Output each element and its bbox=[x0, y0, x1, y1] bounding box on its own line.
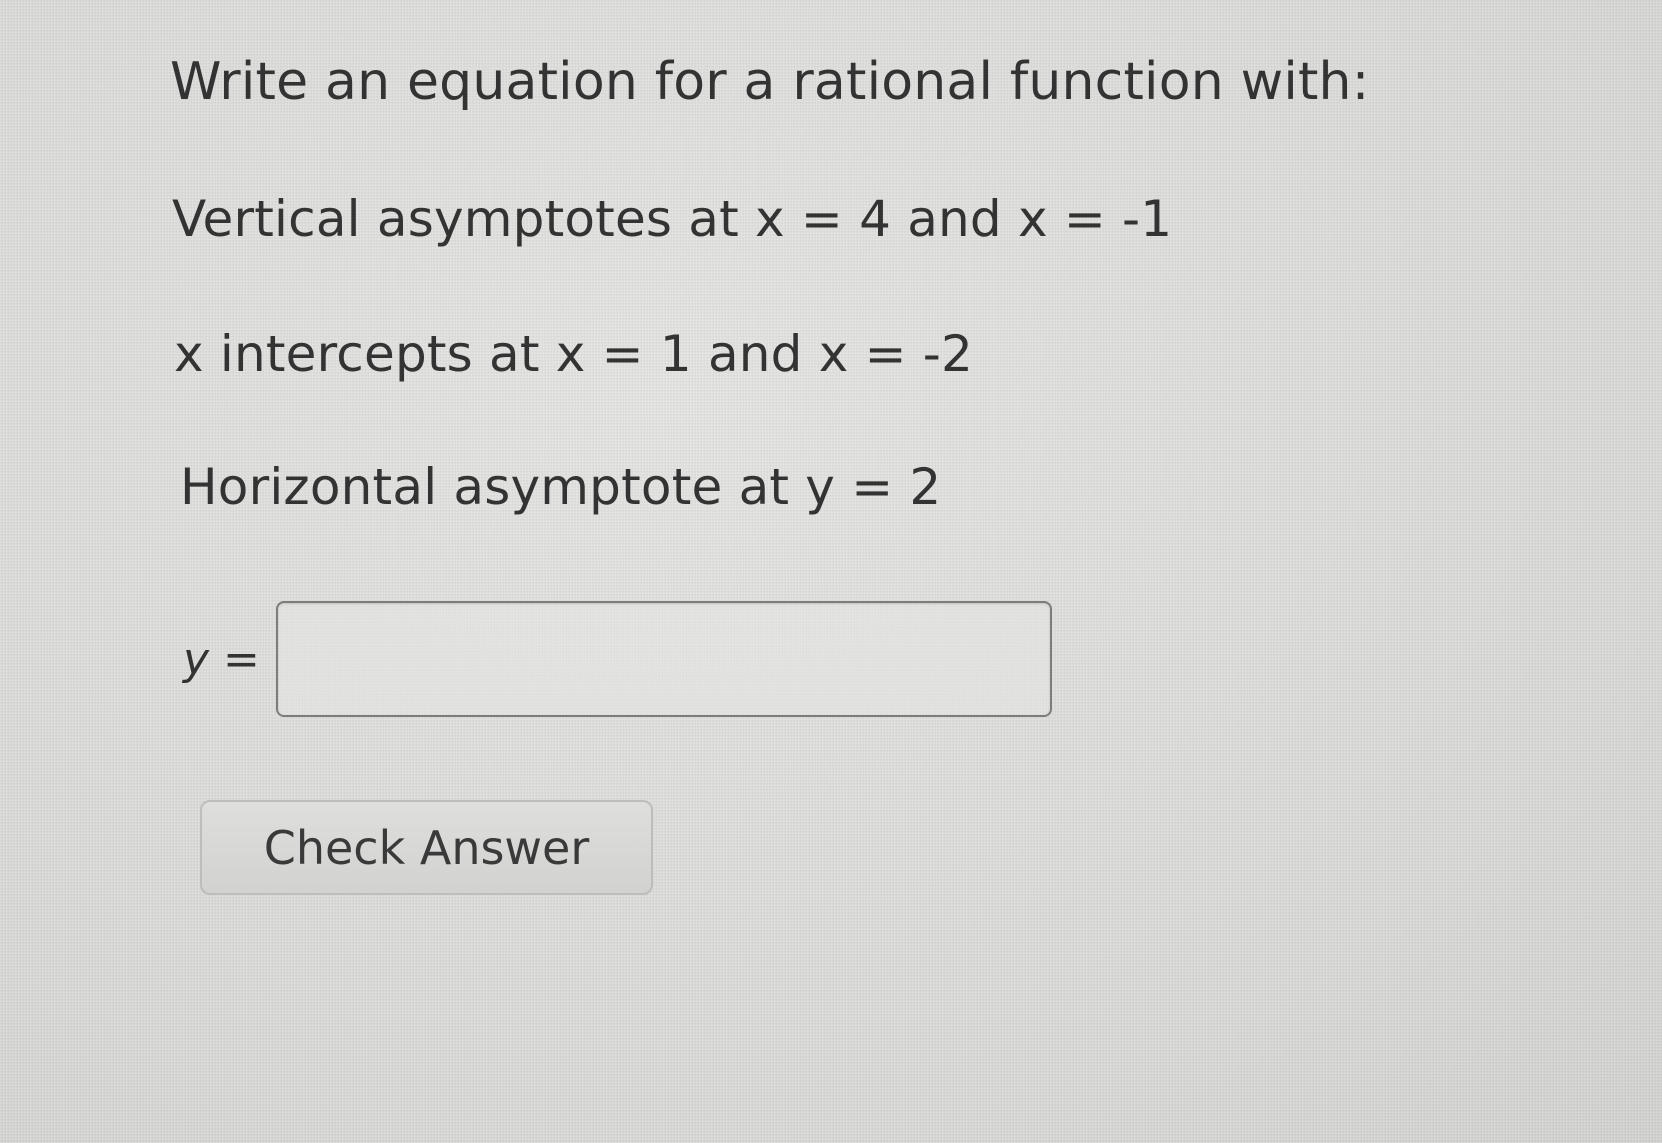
condition-x-intercepts: x intercepts at x = 1 and x = -2 bbox=[174, 325, 974, 383]
answer-row: y = bbox=[183, 598, 1052, 720]
question-panel: Write an equation for a rational functio… bbox=[0, 0, 1662, 1143]
question-prompt: Write an equation for a rational functio… bbox=[170, 52, 1370, 112]
check-answer-button[interactable]: Check Answer bbox=[200, 800, 653, 895]
condition-vertical-asymptotes: Vertical asymptotes at x = 4 and x = -1 bbox=[172, 190, 1173, 248]
answer-label: y = bbox=[183, 633, 260, 685]
answer-input[interactable] bbox=[275, 601, 1052, 717]
condition-horizontal-asymptote: Horizontal asymptote at y = 2 bbox=[180, 458, 942, 516]
